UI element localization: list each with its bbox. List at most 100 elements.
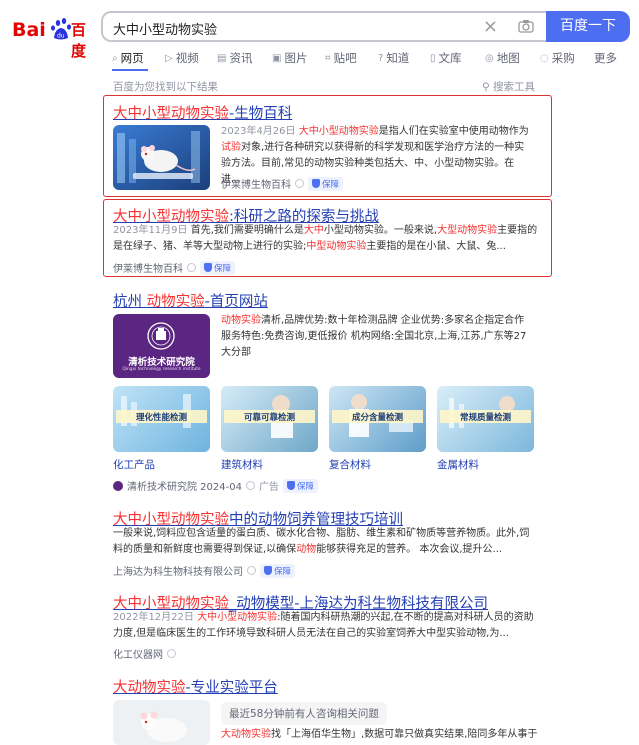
guarantee-badge[interactable]: 保障 <box>260 563 296 578</box>
search-query[interactable]: 大中小型动物实验 <box>113 19 217 38</box>
product-image-chemical[interactable]: 理化性能检测 <box>113 386 210 452</box>
image-banner: 成分含量检测 <box>351 413 403 423</box>
search-tools-button[interactable]: ⚲ 搜索工具 <box>482 79 535 94</box>
badge-label: 保障 <box>214 263 232 274</box>
source-info-icon[interactable] <box>245 481 255 490</box>
tab-purchase[interactable]: ◌ 采购 <box>540 50 575 66</box>
abstract-highlight: 大中小型动物实验 <box>298 126 379 137</box>
badge-label: 保障 <box>296 481 314 492</box>
search-icon: ⌕ <box>112 52 118 64</box>
shield-icon <box>286 481 295 490</box>
tab-images[interactable]: ▣ 图片 <box>272 50 307 66</box>
source-info-icon[interactable] <box>295 179 304 188</box>
result-abstract: 动物实验清析,品牌优势:数十年检测品牌 企业优势:多家名企指定合作服务特色:免费… <box>221 313 533 361</box>
institute-logo[interactable]: 清析技术研究院 Qingxi technology research insti… <box>113 314 210 378</box>
abstract-highlight: 大中小型动物实验 <box>197 612 278 623</box>
guarantee-badge[interactable]: 保障 <box>308 176 344 191</box>
image-banner: 可靠可靠检测 <box>243 413 295 423</box>
filter-icon: ⚲ <box>482 81 490 93</box>
image-banner: 理化性能检测 <box>135 413 187 423</box>
tab-more[interactable]: 更多 <box>594 50 617 66</box>
tab-video[interactable]: ▷ 视频 <box>165 50 199 66</box>
guarantee-badge[interactable]: 保障 <box>200 260 236 275</box>
result-abstract: 一般来说,饲料应包含适量的蛋白质、碳水化合物、脂肪、维生素和矿物质等营养物质。此… <box>113 526 538 558</box>
source-name[interactable]: 伊莱博生物百科 <box>221 176 291 191</box>
result-title[interactable]: 杭州 动物实验-首页网站 <box>113 290 268 311</box>
tab-tieba[interactable]: ⌗ 贴吧 <box>325 50 357 66</box>
source-info-icon[interactable] <box>167 649 176 658</box>
tab-label: 网页 <box>120 51 144 65</box>
abstract-text: 首先,我们需要明确什么是 <box>190 225 304 236</box>
image-caption[interactable]: 化工产品 <box>113 457 155 472</box>
video-icon: ▷ <box>165 52 173 64</box>
active-tab-indicator <box>112 69 148 71</box>
abstract-text: 能够获得充足的营养。 本次会议,提升公... <box>316 544 503 555</box>
logo-name: 清析技术研究院 <box>128 357 195 368</box>
result-abstract: 2022年12月22日 大中小型动物实验:随着国内科研热潮的兴起,在不断的提高对… <box>113 610 538 642</box>
document-icon: ▯ <box>430 52 436 64</box>
abstract-text: 是指人们在实验室中使用动物作为 <box>378 126 529 137</box>
title-rest: -首页网站 <box>204 294 268 310</box>
search-input[interactable]: 大中小型动物实验 × <box>101 11 546 42</box>
consult-tag[interactable]: 最近58分钟前有人咨询相关问题 <box>221 702 387 725</box>
search-button[interactable]: 百度一下 <box>546 11 630 42</box>
abstract-text: 找「上海佰华生物」,数据可靠只做真实结果,陪同多年从事于 <box>271 729 538 740</box>
tab-label: 地图 <box>496 51 520 65</box>
tab-web[interactable]: ⌕ 网页 <box>112 50 144 66</box>
source-name[interactable]: 化工仪器网 <box>113 646 163 661</box>
image-banner: 常规质量检测 <box>459 413 511 423</box>
image-caption[interactable]: 建筑材料 <box>221 457 263 472</box>
abstract-highlight: 动物实验 <box>221 315 261 326</box>
tab-label: 视频 <box>175 51 199 65</box>
camera-icon[interactable] <box>518 19 534 33</box>
svg-text:Bai: Bai <box>12 19 46 41</box>
product-image-metal[interactable]: 常规质量检测 <box>437 386 534 452</box>
result-source: 上海达为科生物科技有限公司 保障 <box>113 563 296 578</box>
result-date: 2023年4月26日 <box>221 126 296 137</box>
guarantee-badge[interactable]: 保障 <box>282 478 318 493</box>
source-name[interactable]: 上海达为科生物科技有限公司 <box>113 563 243 578</box>
white-mouse-thumbnail[interactable] <box>113 700 210 745</box>
image-icon: ▣ <box>272 52 282 64</box>
result-source: 清析技术研究院 2024-04 广告 保障 <box>113 478 318 493</box>
abstract-text: 主要指的是在小鼠、大鼠、兔... <box>366 241 506 252</box>
source-info-icon[interactable] <box>187 263 196 272</box>
shield-icon <box>204 263 212 272</box>
tab-map[interactable]: ◎ 地图 <box>485 50 520 66</box>
badge-label: 保障 <box>322 179 340 190</box>
result-title[interactable]: 大中小型动物实验-生物百科 <box>113 102 292 123</box>
title-rest: -专业实验平台 <box>185 680 278 696</box>
logo-subtitle: Qingxi technology research institute <box>122 367 201 372</box>
source-name[interactable]: 清析技术研究院 2024-04 <box>127 478 242 493</box>
tab-label: 资讯 <box>229 51 253 65</box>
tab-label: 贴吧 <box>333 51 357 65</box>
clear-icon[interactable]: × <box>483 16 498 37</box>
tab-label: 图片 <box>284 51 308 65</box>
title-highlight: 大动物实验 <box>113 680 186 696</box>
result-title[interactable]: 大动物实验-专业实验平台 <box>113 676 278 697</box>
baidu-logo[interactable]: Bai du 百度 <box>12 14 90 60</box>
tab-zhidao[interactable]: ? 知道 <box>378 50 409 66</box>
badge-label: 保障 <box>274 566 292 577</box>
news-icon: ▤ <box>217 52 227 64</box>
title-pre: 杭州 <box>113 294 147 310</box>
abstract-highlight: 动物 <box>296 544 317 555</box>
source-name[interactable]: 伊莱博生物百科 <box>113 260 183 275</box>
result-date: 2023年11月9日 <box>113 225 188 236</box>
product-image-composite[interactable]: 成分含量检测 <box>329 386 426 452</box>
ad-label: 广告 <box>258 482 279 493</box>
source-info-icon[interactable] <box>247 566 256 575</box>
product-image-building[interactable]: 可靠可靠检测 <box>221 386 318 452</box>
result-summary: 百度为您找到以下结果 <box>113 81 218 93</box>
title-highlight: 大中小型动物实验 <box>113 106 229 122</box>
image-caption[interactable]: 金属材料 <box>437 457 479 472</box>
purchase-icon: ◌ <box>540 52 549 64</box>
title-highlight: 动物实验 <box>146 294 205 310</box>
tab-news[interactable]: ▤ 资讯 <box>217 50 252 66</box>
tab-wenku[interactable]: ▯ 文库 <box>430 50 462 66</box>
result-source: 伊莱博生物百科 保障 <box>221 176 344 191</box>
result-source: 伊莱博生物百科 保障 <box>113 260 236 275</box>
tab-label: 采购 <box>551 51 575 65</box>
lab-mouse-thumbnail[interactable] <box>113 125 210 190</box>
image-caption[interactable]: 复合材料 <box>329 457 371 472</box>
